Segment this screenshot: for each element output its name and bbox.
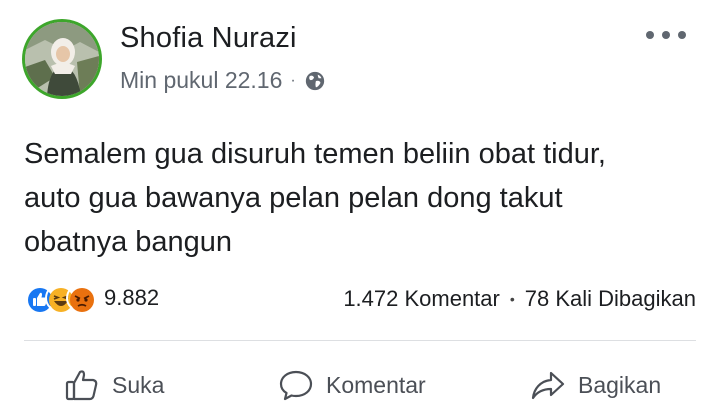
comment-count[interactable]: 1.472 Komentar — [343, 286, 500, 312]
reaction-count: 9.882 — [104, 285, 160, 310]
angry-reaction-icon — [66, 284, 94, 312]
avatar[interactable] — [22, 19, 102, 99]
action-bar: Suka Komentar Bagikan — [0, 362, 720, 408]
divider — [24, 340, 696, 341]
post-text-line: auto gua bawanya pelan pelan dong takut — [24, 182, 563, 214]
post-time[interactable]: Min pukul 22.16 — [120, 67, 282, 94]
dot — [646, 31, 654, 39]
post-text-line: obatnya bangun — [24, 226, 233, 258]
meta-separator: · — [290, 71, 296, 89]
thumbs-up-icon — [65, 370, 98, 401]
reactions-summary[interactable]: 9.882 — [24, 284, 159, 312]
share-arrow-icon — [531, 371, 565, 400]
like-button[interactable]: Suka — [64, 362, 164, 408]
author-name[interactable]: Shofia Nurazi — [120, 22, 297, 55]
avatar-photo — [25, 22, 99, 96]
post-text-line: Semalem gua disuruh temen beliin obat ti… — [24, 138, 606, 170]
dot — [662, 31, 670, 39]
like-label: Suka — [112, 371, 165, 398]
facebook-post: Shofia Nurazi Min pukul 22.16 · Semalem … — [0, 0, 720, 413]
share-button[interactable]: Bagikan — [530, 362, 661, 408]
more-options-icon[interactable] — [646, 23, 686, 47]
globe-icon[interactable] — [304, 70, 326, 92]
post-text: Semalem gua disuruh temen beliin obat ti… — [24, 132, 704, 264]
post-meta: Min pukul 22.16 · — [120, 67, 326, 94]
stats-separator: • — [509, 291, 515, 307]
comment-button[interactable]: Komentar — [278, 362, 426, 408]
dot — [678, 31, 686, 39]
comment-label: Komentar — [326, 371, 426, 398]
share-label: Bagikan — [578, 371, 662, 398]
share-count[interactable]: 78 Kali Dibagikan — [525, 286, 696, 312]
engagement-stats: 1.472 Komentar • 78 Kali Dibagikan — [343, 286, 696, 312]
comment-icon — [279, 370, 313, 401]
